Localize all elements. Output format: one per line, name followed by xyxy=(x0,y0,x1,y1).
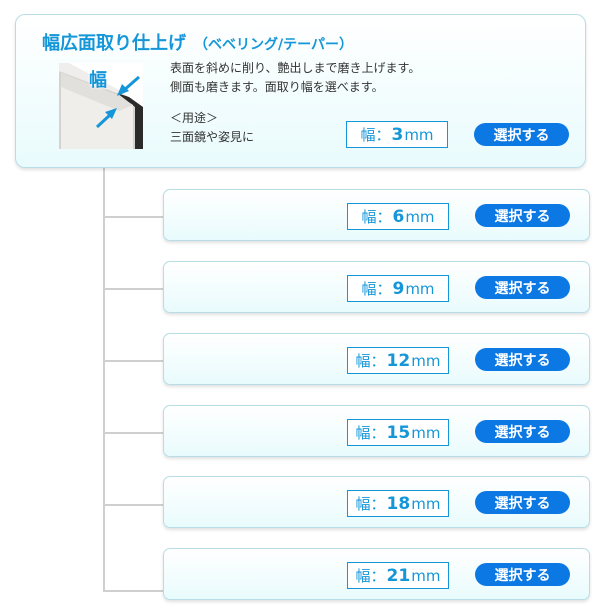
title-subtitle: （ベベリング/テーパー） xyxy=(194,37,353,53)
description: 表面を斜めに削り、艶出しまで磨き上げます。 側面も磨きます。面取り幅を選べます。 xyxy=(170,59,420,97)
width-number: 15 xyxy=(386,422,411,443)
width-prefix: 幅： xyxy=(360,126,391,144)
tree-branch-line xyxy=(103,590,163,592)
select-button[interactable]: 選択する xyxy=(475,204,570,227)
select-button[interactable]: 選択する xyxy=(475,491,570,514)
width-option-card: 幅： 15 mm 選択する xyxy=(163,405,590,457)
width-unit: mm xyxy=(411,566,441,585)
title-text: 幅広面取り仕上げ xyxy=(42,33,186,54)
select-button[interactable]: 選択する xyxy=(475,348,570,371)
width-option-card: 幅： 12 mm 選択する xyxy=(163,333,590,385)
tree-branch-line xyxy=(103,360,163,362)
width-unit: mm xyxy=(404,125,434,144)
width-option-card: 幅： 6 mm 選択する xyxy=(163,189,590,241)
select-button[interactable]: 選択する xyxy=(474,123,569,146)
arrow-icon xyxy=(117,75,140,96)
tree-branch-line xyxy=(103,432,163,434)
card-title: 幅広面取り仕上げ （ベベリング/テーパー） xyxy=(42,29,353,55)
width-prefix: 幅： xyxy=(361,280,392,298)
width-value-box: 幅： 12 mm xyxy=(347,347,449,374)
tree-branch-line xyxy=(103,504,163,506)
width-unit: mm xyxy=(411,423,441,442)
width-prefix: 幅： xyxy=(355,567,386,585)
select-button[interactable]: 選択する xyxy=(475,563,570,586)
bevel-sample-image: 幅 xyxy=(59,63,143,149)
width-label: 幅 xyxy=(89,70,107,91)
width-option-card: 幅： 9 mm 選択する xyxy=(163,261,590,313)
width-number: 21 xyxy=(386,565,411,586)
usage-section: ＜用途＞ 三面鏡や姿見に xyxy=(170,109,254,147)
width-unit: mm xyxy=(405,207,435,226)
width-number: 18 xyxy=(386,493,411,514)
bevel-finish-card: 幅広面取り仕上げ （ベベリング/テーパー） 幅 表面を斜めに削り、艶出しまで磨き上… xyxy=(15,14,586,168)
usage-heading: ＜用途＞ xyxy=(170,111,219,125)
width-unit: mm xyxy=(411,494,441,513)
width-prefix: 幅： xyxy=(355,352,386,370)
width-prefix: 幅： xyxy=(355,424,386,442)
width-option-card: 幅： 21 mm 選択する xyxy=(163,548,590,600)
arrow-icon xyxy=(95,108,117,129)
tree-branch-line xyxy=(103,288,163,290)
width-prefix: 幅： xyxy=(361,208,392,226)
width-number: 12 xyxy=(386,350,411,371)
width-option-card: 幅： 18 mm 選択する xyxy=(163,476,590,528)
select-button[interactable]: 選択する xyxy=(475,276,570,299)
width-value-box: 幅： 9 mm xyxy=(347,275,449,302)
width-number: 3 xyxy=(391,124,404,145)
width-value-box: 幅： 15 mm xyxy=(347,419,449,446)
width-prefix: 幅： xyxy=(355,495,386,513)
select-button[interactable]: 選択する xyxy=(475,420,570,443)
width-number: 9 xyxy=(392,278,405,299)
usage-text: 三面鏡や姿見に xyxy=(170,130,255,144)
description-line: 表面を斜めに削り、艶出しまで磨き上げます。 xyxy=(170,61,421,75)
description-line: 側面も磨きます。面取り幅を選べます。 xyxy=(170,80,384,94)
width-unit: mm xyxy=(411,351,441,370)
tree-branch-line xyxy=(103,216,163,218)
width-value-box: 幅： 18 mm xyxy=(347,490,449,517)
width-number: 6 xyxy=(392,206,405,227)
tree-vertical-line xyxy=(103,168,105,592)
width-value-box: 幅： 6 mm xyxy=(347,203,449,230)
width-unit: mm xyxy=(405,279,435,298)
width-value-box: 幅： 21 mm xyxy=(347,562,449,589)
width-value-box: 幅： 3 mm xyxy=(346,121,448,148)
